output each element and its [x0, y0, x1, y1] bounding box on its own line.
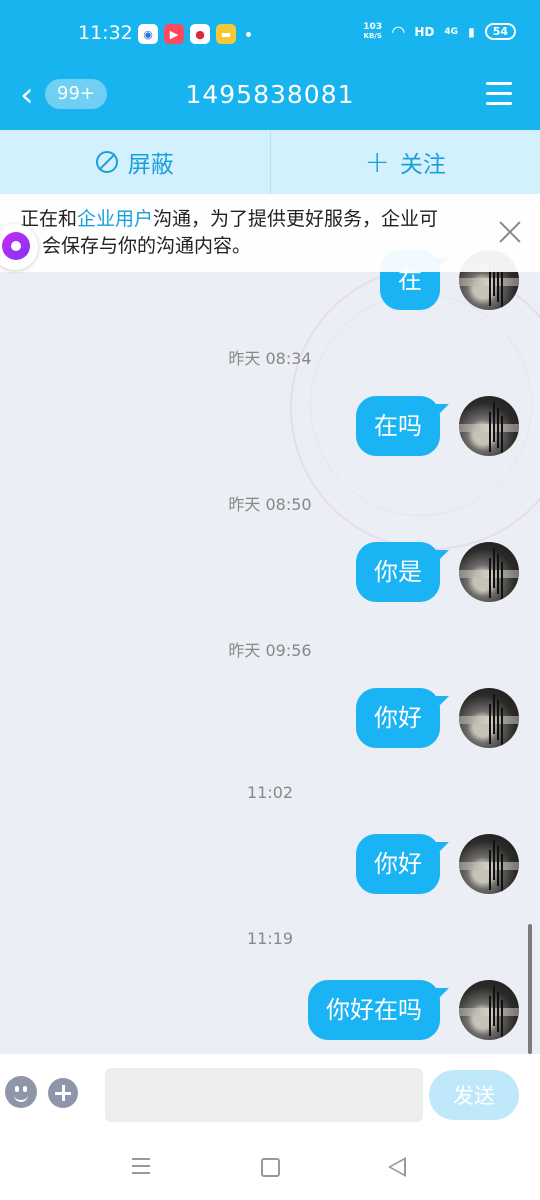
privacy-notice: 正在和企业用户沟通，为了提供更好服务，企业可 会保存与你的沟通内容。	[0, 194, 540, 272]
message-bubble[interactable]: 你好	[356, 834, 449, 894]
message-bubble[interactable]: 在吗	[356, 396, 449, 456]
network-speed-unit: KB/S	[363, 31, 382, 40]
status-bar: 11:32 ◉ ▶ ● ▬ 103 KB/S ◠ HD 4G ▮ 54	[0, 0, 540, 70]
action-bar: 屏蔽 + 关注	[0, 130, 540, 194]
block-button[interactable]: 屏蔽	[0, 130, 270, 194]
avatar[interactable]	[459, 980, 519, 1040]
block-icon	[95, 151, 118, 173]
recent-apps-icon[interactable]	[132, 1158, 150, 1174]
notice-text: 正在和企业用户沟通，为了提供更好服务，企业可 会保存与你的沟通内容。	[20, 206, 490, 260]
notice-prefix: 正在和	[20, 208, 78, 230]
scrollbar[interactable]	[528, 924, 532, 1054]
notification-icons: ◉ ▶ ● ▬	[138, 24, 251, 44]
close-icon[interactable]	[498, 220, 522, 244]
chat-area[interactable]: 昨天 08:34 昨天 08:50 昨天 09:56 11:02 11:19 在…	[0, 194, 540, 1054]
message-timestamp: 昨天 09:56	[228, 641, 312, 660]
message-input[interactable]	[105, 1068, 423, 1122]
status-time: 11:32	[78, 22, 133, 44]
enterprise-user-link[interactable]: 企业用户	[77, 208, 153, 230]
message-timestamp: 11:19	[246, 929, 294, 948]
message-timestamp: 昨天 08:50	[228, 495, 312, 514]
system-icons: 103 KB/S ◠ HD 4G ▮ 54	[363, 22, 516, 41]
message-bubble[interactable]: 你好在吗	[308, 980, 449, 1040]
unread-badge[interactable]: 99+	[45, 79, 107, 109]
network-speed-value: 103	[363, 21, 383, 32]
battery-level: 54	[484, 23, 516, 40]
avatar[interactable]	[459, 688, 519, 748]
input-bar: 发送	[0, 1054, 540, 1138]
back-triangle-icon[interactable]	[388, 1157, 406, 1177]
record-app-icon: ●	[190, 24, 210, 44]
message-bubble[interactable]: 你是	[356, 542, 449, 602]
home-icon[interactable]	[261, 1158, 280, 1177]
more-notifications-dot	[246, 31, 251, 37]
follow-button[interactable]: + 关注	[269, 130, 540, 194]
notice-line1-rest: 沟通，为了提供更好服务，企业可	[153, 208, 439, 230]
baidu-app-icon: ◉	[138, 24, 158, 44]
notice-line2: 会保存与你的沟通内容。	[42, 235, 252, 257]
assistant-icon	[2, 232, 30, 260]
message-timestamp: 昨天 08:34	[228, 349, 312, 368]
notice-line1: 正在和企业用户沟通，为了提供更好服务，企业可	[20, 206, 490, 233]
avatar[interactable]	[459, 396, 519, 456]
wifi-icon: ◠	[392, 22, 405, 41]
signal-4g-label: 4G	[444, 26, 459, 37]
add-icon[interactable]	[48, 1078, 78, 1108]
plus-icon: +	[364, 144, 390, 180]
block-label: 屏蔽	[127, 152, 174, 178]
emoji-icon[interactable]	[5, 1076, 37, 1108]
send-button[interactable]: 发送	[429, 1070, 519, 1120]
hd-label: HD	[414, 24, 435, 39]
network-speed: 103 KB/S	[363, 21, 383, 41]
chat-app-icon: ▬	[216, 24, 236, 44]
follow-label: 关注	[399, 152, 446, 178]
message-bubble[interactable]: 你好	[356, 688, 449, 748]
signal-icon: ▮	[468, 24, 475, 39]
menu-icon[interactable]	[486, 82, 512, 106]
system-navigation-bar	[0, 1138, 540, 1200]
video-app-icon: ▶	[164, 24, 184, 44]
avatar[interactable]	[459, 834, 519, 894]
avatar[interactable]	[459, 542, 519, 602]
message-timestamp: 11:02	[246, 783, 294, 802]
